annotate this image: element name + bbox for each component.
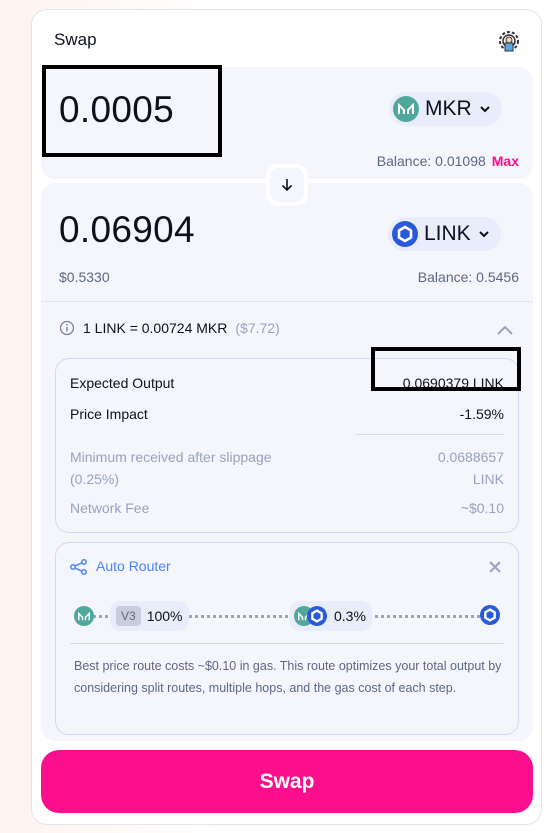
min-received-row: Minimum received after slippage (0.25%) … [70, 446, 504, 490]
route-split-1: 100% [146, 608, 183, 624]
network-fee-value: ~$0.10 [460, 500, 504, 516]
input-balance: Balance: 0.01098 Max [377, 153, 519, 169]
exchange-rate-usd: ($7.72) [235, 320, 280, 336]
arrow-down-icon [281, 179, 293, 192]
network-fee-row: Network Fee ~$0.10 [70, 500, 504, 516]
output-amount[interactable]: 0.06904 [59, 209, 195, 251]
input-amount-highlight [42, 65, 222, 157]
info-icon [59, 320, 75, 336]
mkr-token-icon [74, 606, 94, 626]
link-token-icon [392, 221, 418, 247]
details-separator [356, 434, 504, 435]
exchange-rate-text: 1 LINK = 0.00724 MKR [83, 320, 228, 336]
expected-output-highlight [371, 347, 521, 391]
auto-router-panel: Auto Router V3 100% 0.3% Best price rout… [55, 542, 519, 735]
input-token-symbol: MKR [425, 97, 472, 120]
chevron-up-icon[interactable] [496, 323, 514, 337]
switch-tokens-button[interactable] [266, 164, 308, 206]
price-impact-label: Price Impact [70, 406, 148, 422]
close-icon[interactable] [488, 560, 502, 574]
router-separator [70, 643, 504, 644]
exchange-rate-row[interactable]: 1 LINK = 0.00724 MKR ($7.72) [59, 320, 280, 336]
gear-icon[interactable] [497, 28, 521, 56]
link-token-icon [307, 606, 327, 626]
min-received-value-line2: LINK [472, 471, 504, 487]
swap-title: Swap [54, 30, 97, 49]
price-impact-value: -1.59% [459, 406, 504, 422]
swap-button[interactable]: Swap [41, 750, 533, 813]
input-balance-text: Balance: 0.01098 [376, 153, 486, 169]
route-split-2: 0.3% [334, 608, 366, 624]
min-received-label-line1: Minimum received after slippage [70, 449, 272, 465]
mkr-token-icon [393, 96, 419, 122]
panel-divider [41, 301, 533, 302]
route-segment-2: 0.3% [290, 601, 372, 631]
output-panel: 0.06904 LINK $0.5330 Balance: 0.5456 1 L… [41, 183, 533, 741]
swap-card: Swap 0.0005 MKR Balance: 0.01098 Max 0.06… [31, 9, 542, 825]
chevron-down-icon [478, 231, 489, 238]
expected-output-label: Expected Output [70, 375, 175, 391]
router-description: Best price route costs ~$0.10 in gas. Th… [74, 659, 502, 695]
network-fee-label: Network Fee [70, 500, 150, 516]
output-usd-value: $0.5330 [59, 269, 110, 285]
output-token-symbol: LINK [424, 222, 471, 245]
output-balance: Balance: 0.5456 [417, 269, 519, 285]
route-icon [70, 559, 87, 575]
auto-router-title: Auto Router [96, 558, 171, 574]
input-token-selector[interactable]: MKR [389, 92, 502, 126]
link-token-icon [480, 605, 500, 625]
route-segment-1: V3 100% [110, 601, 189, 631]
max-button[interactable]: Max [492, 153, 519, 169]
route-pair-icons [294, 606, 328, 626]
pool-version-badge: V3 [116, 606, 141, 626]
output-token-selector[interactable]: LINK [388, 217, 501, 251]
chevron-down-icon [479, 106, 490, 113]
min-received-value-line1: 0.0688657 [437, 449, 504, 465]
price-impact-row: Price Impact -1.59% [70, 406, 504, 422]
min-received-label-line2: (0.25%) [70, 471, 120, 487]
min-received-value: 0.0688657 LINK [438, 446, 504, 490]
min-received-label: Minimum received after slippage (0.25%) [70, 446, 272, 490]
